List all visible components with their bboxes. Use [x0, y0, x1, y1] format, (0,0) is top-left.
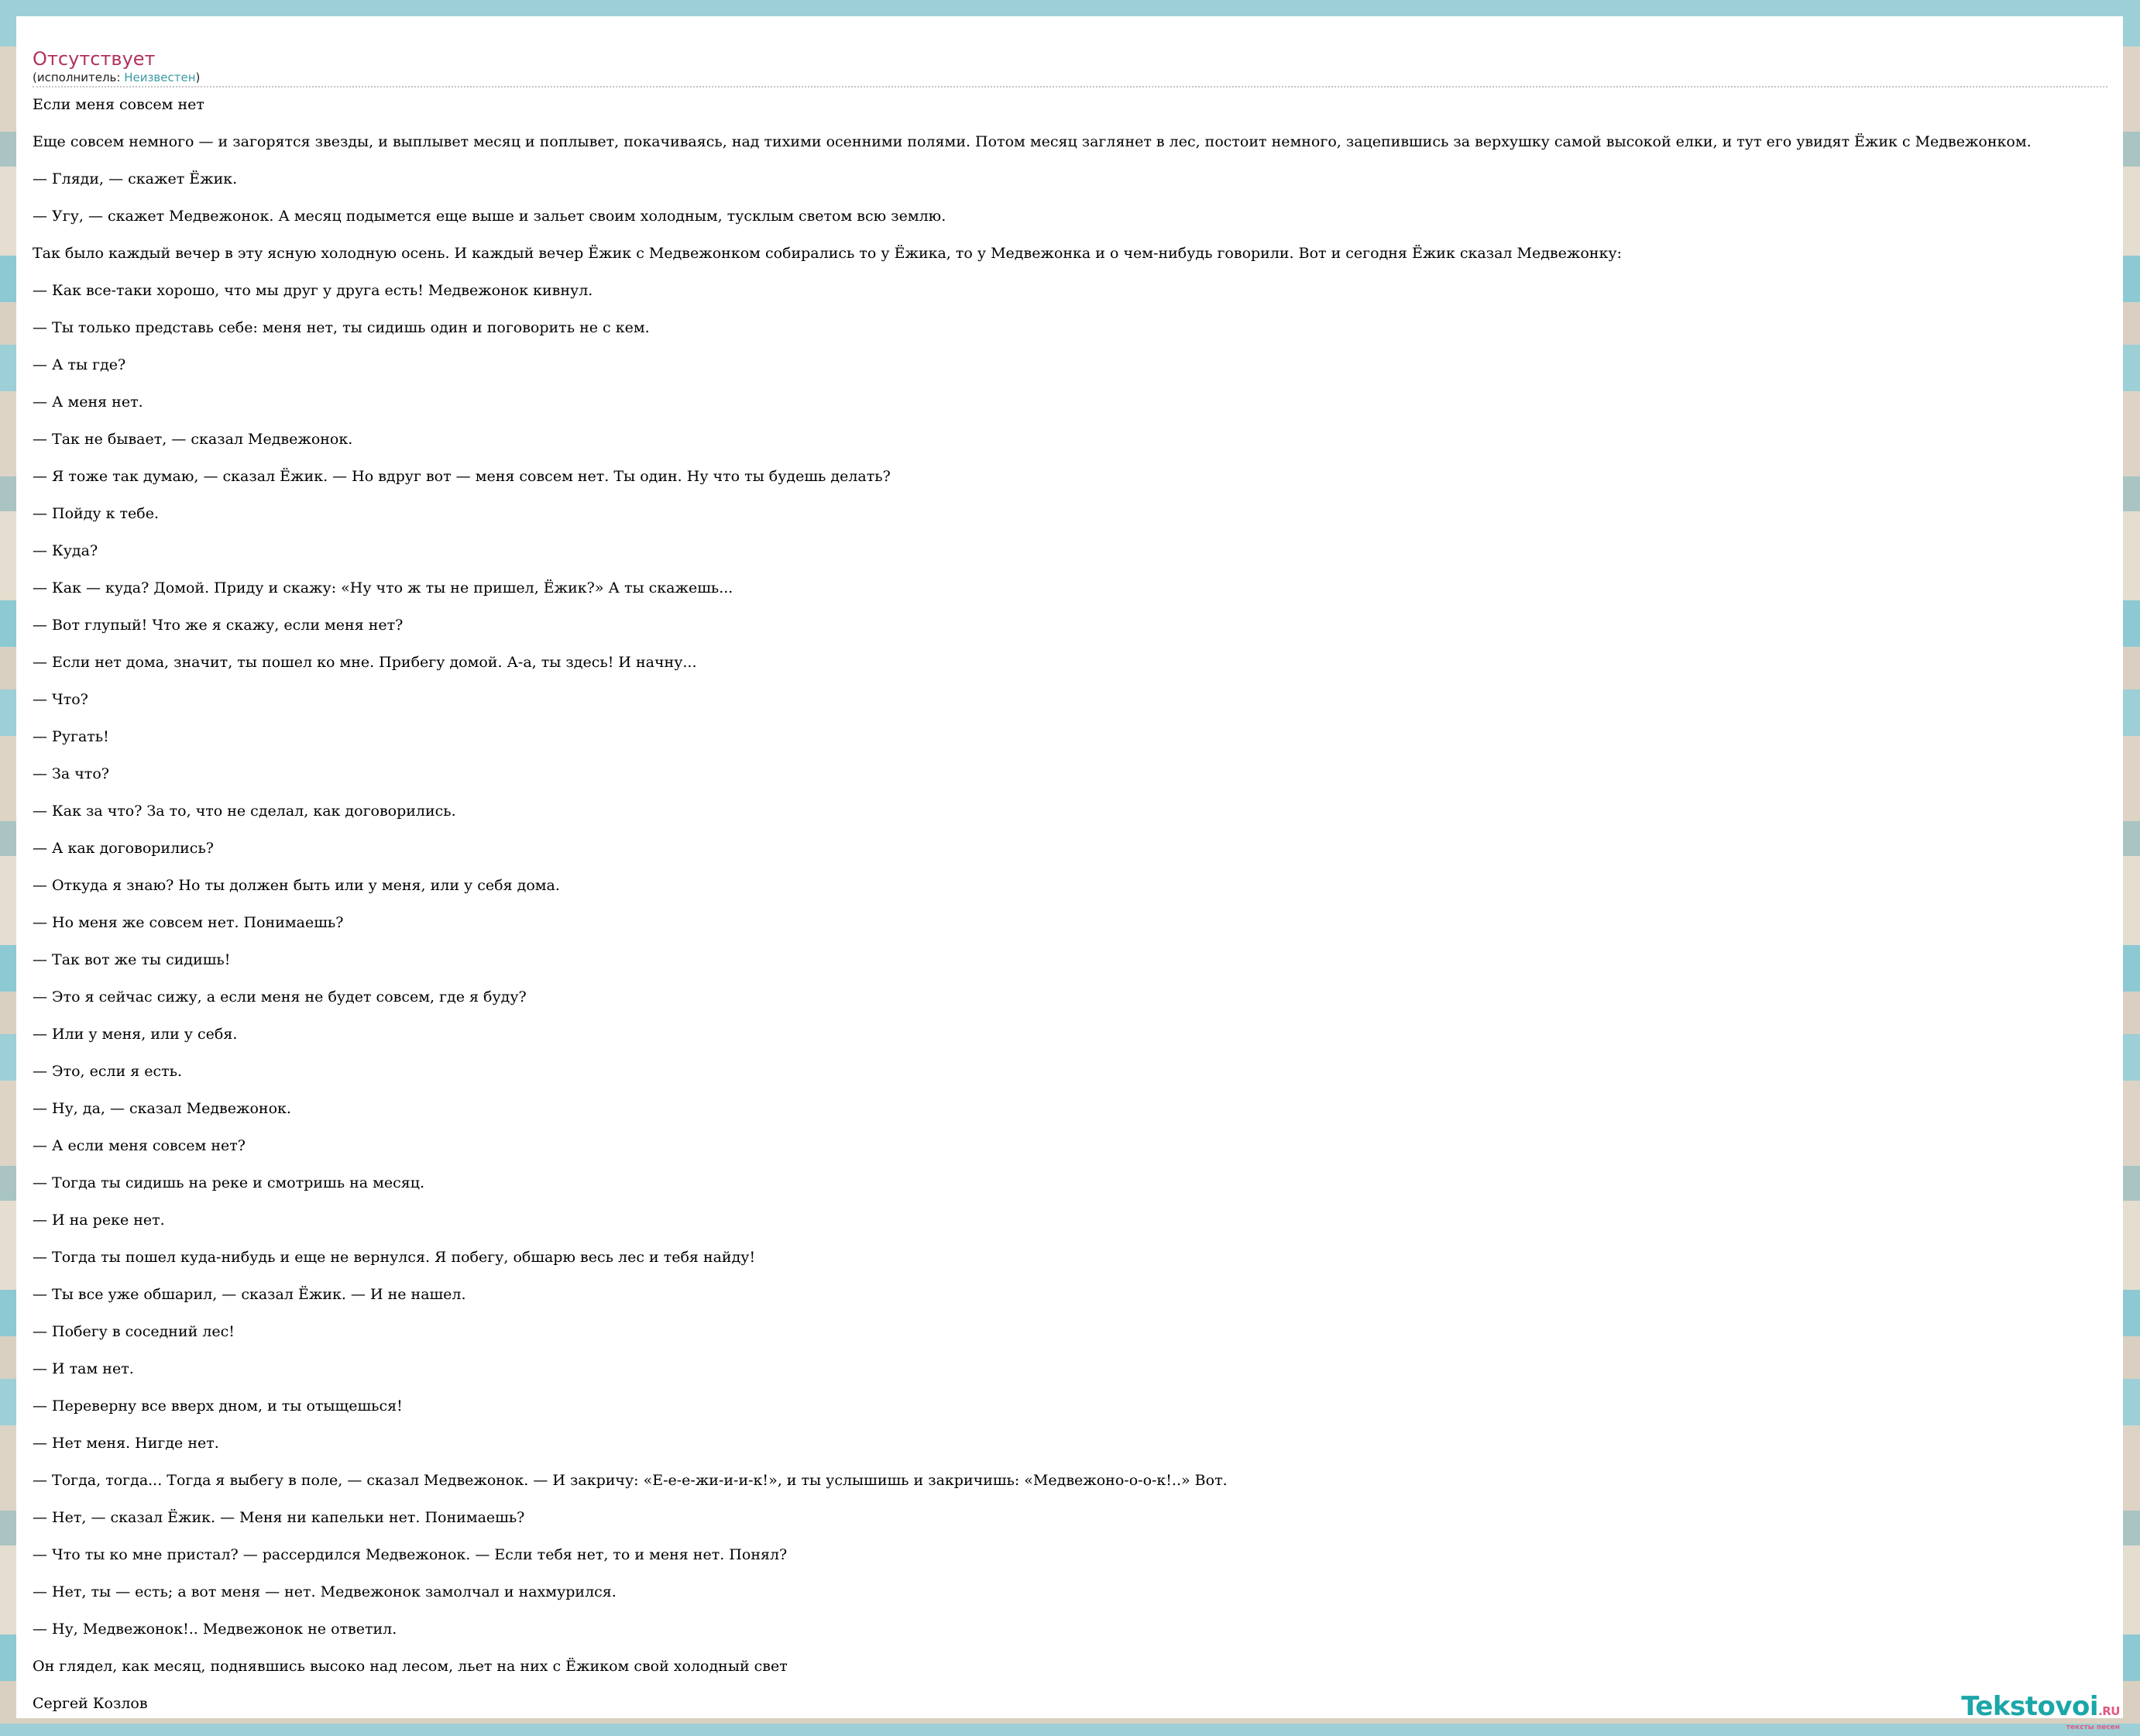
lyrics-page: Отсутствует (исполнитель: Неизвестен) Ес…	[16, 16, 2123, 1718]
lyric-line: — Угу, — скажет Медвежонок. А месяц поды…	[33, 208, 946, 225]
lyric-line: — Тогда, тогда... Тогда я выбегу в поле,…	[33, 1472, 1228, 1489]
lyric-line: Он глядел, как месяц, поднявшись высоко …	[33, 1658, 788, 1675]
artist-suffix: )	[195, 70, 201, 84]
lyric-line: — Ты только представь себе: меня нет, ты…	[33, 319, 650, 336]
lyric-line: — И там нет.	[33, 1360, 134, 1377]
lyric-line: — Ругать!	[33, 728, 109, 745]
lyric-line: — Это, если я есть.	[33, 1063, 183, 1080]
lyric-line: — Нет, ты — есть; а вот меня — нет. Медв…	[33, 1583, 617, 1600]
lyric-line: — Как — куда? Домой. Приду и скажу: «Ну …	[33, 579, 733, 596]
lyric-line: — А как договорились?	[33, 840, 214, 857]
lyric-line: — А если меня совсем нет?	[33, 1137, 246, 1154]
lyric-line: — Пойду к тебе.	[33, 505, 160, 522]
lyric-line: — И на реке нет.	[33, 1212, 165, 1229]
lyric-line: — Так вот же ты сидишь!	[33, 951, 231, 968]
lyric-line: — Побегу в соседний лес!	[33, 1323, 235, 1340]
lyric-line: — Как все-таки хорошо, что мы друг у дру…	[33, 282, 593, 299]
lyric-line: Еще совсем немного — и загорятся звезды,…	[33, 133, 2032, 150]
lyric-line: — Ну, Медвежонок!.. Медвежонок не ответи…	[33, 1621, 397, 1638]
lyric-line: — Что ты ко мне пристал? — рассердился М…	[33, 1546, 788, 1563]
lyric-line: — Так не бывает, — сказал Медвежонок.	[33, 431, 353, 448]
song-title: Отсутствует	[33, 48, 156, 70]
lyric-line: — Нет, — сказал Ёжик. — Меня ни капельки…	[33, 1509, 525, 1526]
lyric-line: — Переверну все вверх дном, и ты отыщешь…	[33, 1397, 403, 1415]
logo-name: Tekstovoi	[1961, 1691, 2099, 1722]
lyric-line: — За что?	[33, 765, 109, 782]
logo-tld: .RU	[2098, 1704, 2120, 1718]
lyric-line: — Если нет дома, значит, ты пошел ко мне…	[33, 654, 697, 671]
lyric-line: — Тогда ты пошел куда-нибудь и еще не ве…	[33, 1249, 756, 1266]
lyric-line: — Это я сейчас сижу, а если меня не буде…	[33, 988, 527, 1006]
lyric-line: — Ты все уже обшарил, — сказал Ёжик. — И…	[33, 1286, 466, 1303]
site-logo[interactable]: Tekstovoi.RU тексты песен	[1961, 1693, 2120, 1731]
lyric-line: — Вот глупый! Что же я скажу, если меня …	[33, 617, 404, 634]
artist-line: (исполнитель: Неизвестен)	[33, 70, 2107, 88]
lyric-line: — Куда?	[33, 542, 98, 559]
lyric-line: — А меня нет.	[33, 394, 143, 411]
lyric-line: — Я тоже так думаю, — сказал Ёжик. — Но …	[33, 468, 891, 485]
lyric-line: Сергей Козлов	[33, 1695, 148, 1712]
lyric-line: — Откуда я знаю? Но ты должен быть или у…	[33, 877, 560, 894]
lyric-line: — Как за что? За то, что не сделал, как …	[33, 803, 456, 820]
lyric-line: — Тогда ты сидишь на реке и смотришь на …	[33, 1174, 425, 1191]
lyric-line: Если меня совсем нет	[33, 96, 204, 113]
lyrics-text: Если меня совсем нет Еще совсем немного —…	[33, 95, 2107, 1718]
logo-wordmark: Tekstovoi.RU	[1961, 1693, 2120, 1725]
lyric-line: — Ну, да, — сказал Медвежонок.	[33, 1100, 291, 1117]
lyric-line: — Но меня же совсем нет. Понимаешь?	[33, 914, 344, 931]
lyric-line: — А ты где?	[33, 356, 126, 373]
lyric-line: — Что?	[33, 691, 88, 708]
lyric-line: Так было каждый вечер в эту ясную холодн…	[33, 245, 1622, 262]
lyric-line: — Нет меня. Нигде нет.	[33, 1435, 219, 1452]
artist-prefix: (исполнитель:	[33, 70, 125, 84]
lyric-line: — Гляди, — скажет Ёжик.	[33, 170, 238, 187]
lyric-line: — Или у меня, или у себя.	[33, 1026, 238, 1043]
artist-link[interactable]: Неизвестен	[124, 70, 195, 84]
page-background: { "song": { "title": "Отсутствует", "art…	[0, 0, 2140, 1736]
